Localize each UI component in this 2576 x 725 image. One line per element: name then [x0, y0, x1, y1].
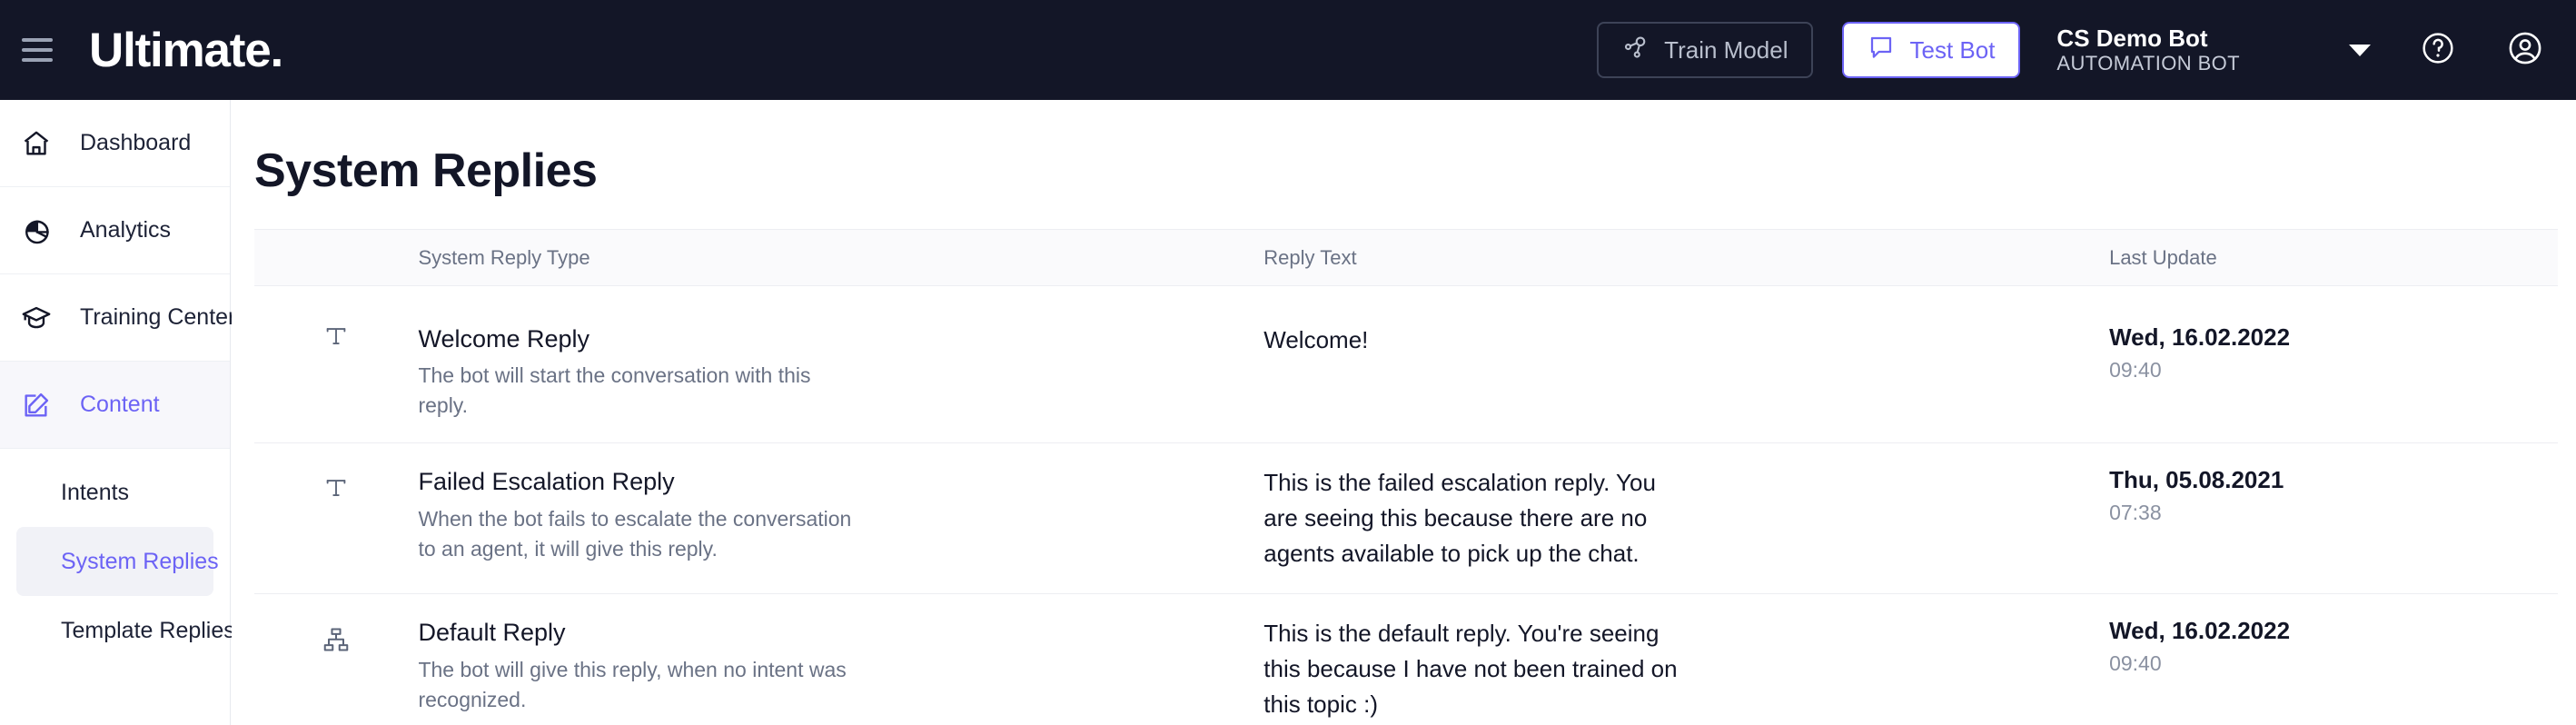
sidebar-item-system-replies[interactable]: System Replies [16, 527, 219, 596]
node-graph-icon [1622, 34, 1650, 67]
table-row[interactable]: Default Reply The bot will give this rep… [254, 593, 2558, 725]
last-update-date: Thu, 05.08.2021 [2109, 466, 2284, 494]
sidebar-item-label: Analytics [80, 217, 172, 243]
text-type-icon [322, 480, 350, 505]
row-reply-cell: This is the failed escalation reply. You… [1263, 442, 2110, 595]
row-reply-cell: Welcome! [1263, 285, 2110, 444]
reply-description: The bot will give this reply, when no in… [418, 657, 847, 711]
row-type-cell: Default Reply The bot will give this rep… [418, 593, 1264, 725]
row-date-cell: Thu, 05.08.2021 07:38 [2109, 442, 2558, 595]
sidebar-item-training-center[interactable]: Training Center [0, 274, 235, 362]
sidebar-navigation: Dashboard Analytics Training Center Cont… [0, 100, 235, 725]
last-update-date: Wed, 16.02.2022 [2109, 323, 2291, 351]
reply-text: This is the default reply. You're seeing… [1263, 620, 1678, 719]
column-header-reply: Reply Text [1263, 229, 2110, 286]
table-row[interactable]: Failed Escalation Reply When the bot fai… [254, 442, 2558, 595]
last-update-time: 07:38 [2109, 501, 2162, 525]
row-icon-cell [254, 285, 419, 444]
reply-name: Default Reply [418, 619, 566, 647]
reply-text: Welcome! [1263, 326, 1369, 353]
row-date-cell: Wed, 16.02.2022 09:40 [2109, 593, 2558, 725]
top-header-bar: Ultimate. Train Model Test Bot CS Demo B… [0, 0, 2576, 100]
system-replies-table: System Reply Type Reply Text Last Update [254, 229, 2558, 725]
row-date-cell: Wed, 16.02.2022 09:40 [2109, 285, 2558, 444]
help-button[interactable] [2418, 30, 2458, 70]
reply-description: When the bot fails to escalate the conve… [418, 506, 852, 561]
table-header-row: System Reply Type Reply Text Last Update [254, 229, 2558, 286]
last-update-time: 09:40 [2109, 357, 2162, 382]
sidebar-item-label: Training Center [80, 304, 236, 330]
row-icon-cell [254, 442, 419, 595]
hamburger-bar [22, 58, 53, 62]
account-button[interactable] [2505, 30, 2545, 70]
table-header: System Reply Type Reply Text Last Update [254, 229, 2558, 286]
header-actions: Train Model Test Bot CS Demo Bot AUTOMAT… [1597, 0, 2576, 100]
bot-type: AUTOMATION BOT [2056, 52, 2240, 75]
hamburger-bar [22, 48, 53, 52]
question-circle-icon [2420, 30, 2456, 71]
page-title: System Replies [254, 144, 598, 197]
sidebar-item-intents[interactable]: Intents [16, 458, 213, 527]
row-type-cell: Failed Escalation Reply When the bot fai… [418, 442, 1264, 595]
sidebar-item-analytics[interactable]: Analytics [0, 187, 230, 274]
last-update-time: 09:40 [2109, 651, 2162, 676]
column-header-type: System Reply Type [418, 229, 1264, 286]
home-icon [15, 128, 57, 159]
user-circle-icon [2506, 29, 2544, 72]
edit-square-icon [15, 390, 57, 421]
hamburger-icon[interactable] [22, 38, 53, 62]
reply-name: Welcome Reply [418, 325, 590, 353]
sitemap-icon [322, 628, 351, 658]
test-bot-label: Test Bot [1909, 35, 1996, 64]
sidebar-item-template-replies[interactable]: Template Replies [16, 596, 235, 665]
row-icon-cell [254, 593, 419, 725]
train-model-button[interactable]: Train Model [1597, 22, 1814, 78]
bot-name: CS Demo Bot [2056, 24, 2208, 52]
hamburger-bar [22, 38, 53, 42]
reply-text: This is the failed escalation reply. You… [1263, 469, 1656, 568]
reply-description: The bot will start the conversation with… [418, 363, 811, 418]
sidebar-item-content[interactable]: Content [0, 362, 230, 449]
reply-name: Failed Escalation Reply [418, 468, 675, 496]
test-bot-button[interactable]: Test Bot [1842, 22, 2021, 78]
row-type-cell: Welcome Reply The bot will start the con… [418, 285, 1264, 444]
sidebar-item-label: Dashboard [80, 130, 192, 155]
brand-logo[interactable]: Ultimate. [89, 26, 283, 74]
sidebar-item-dashboard[interactable]: Dashboard [0, 100, 230, 187]
last-update-date: Wed, 16.02.2022 [2109, 617, 2291, 645]
chevron-down-icon[interactable] [2349, 44, 2371, 56]
pie-chart-icon [15, 215, 57, 246]
chat-bubble-icon [1868, 34, 1895, 67]
column-header-date: Last Update [2109, 229, 2558, 286]
bot-selector[interactable]: CS Demo Bot AUTOMATION BOT [2056, 25, 2240, 76]
table-body: Welcome Reply The bot will start the con… [254, 285, 2558, 725]
graduation-cap-icon [15, 303, 57, 333]
main-content: System Replies System Reply Type Reply T… [232, 100, 2576, 725]
sidebar-item-label: Content [80, 392, 160, 417]
sidebar-subnav: Intents System Replies Template Replies [0, 449, 235, 665]
row-reply-cell: This is the default reply. You're seeing… [1263, 593, 2110, 725]
text-type-icon [322, 328, 350, 353]
train-model-label: Train Model [1664, 35, 1788, 64]
table-row[interactable]: Welcome Reply The bot will start the con… [254, 285, 2558, 444]
column-header-icon [254, 229, 419, 286]
